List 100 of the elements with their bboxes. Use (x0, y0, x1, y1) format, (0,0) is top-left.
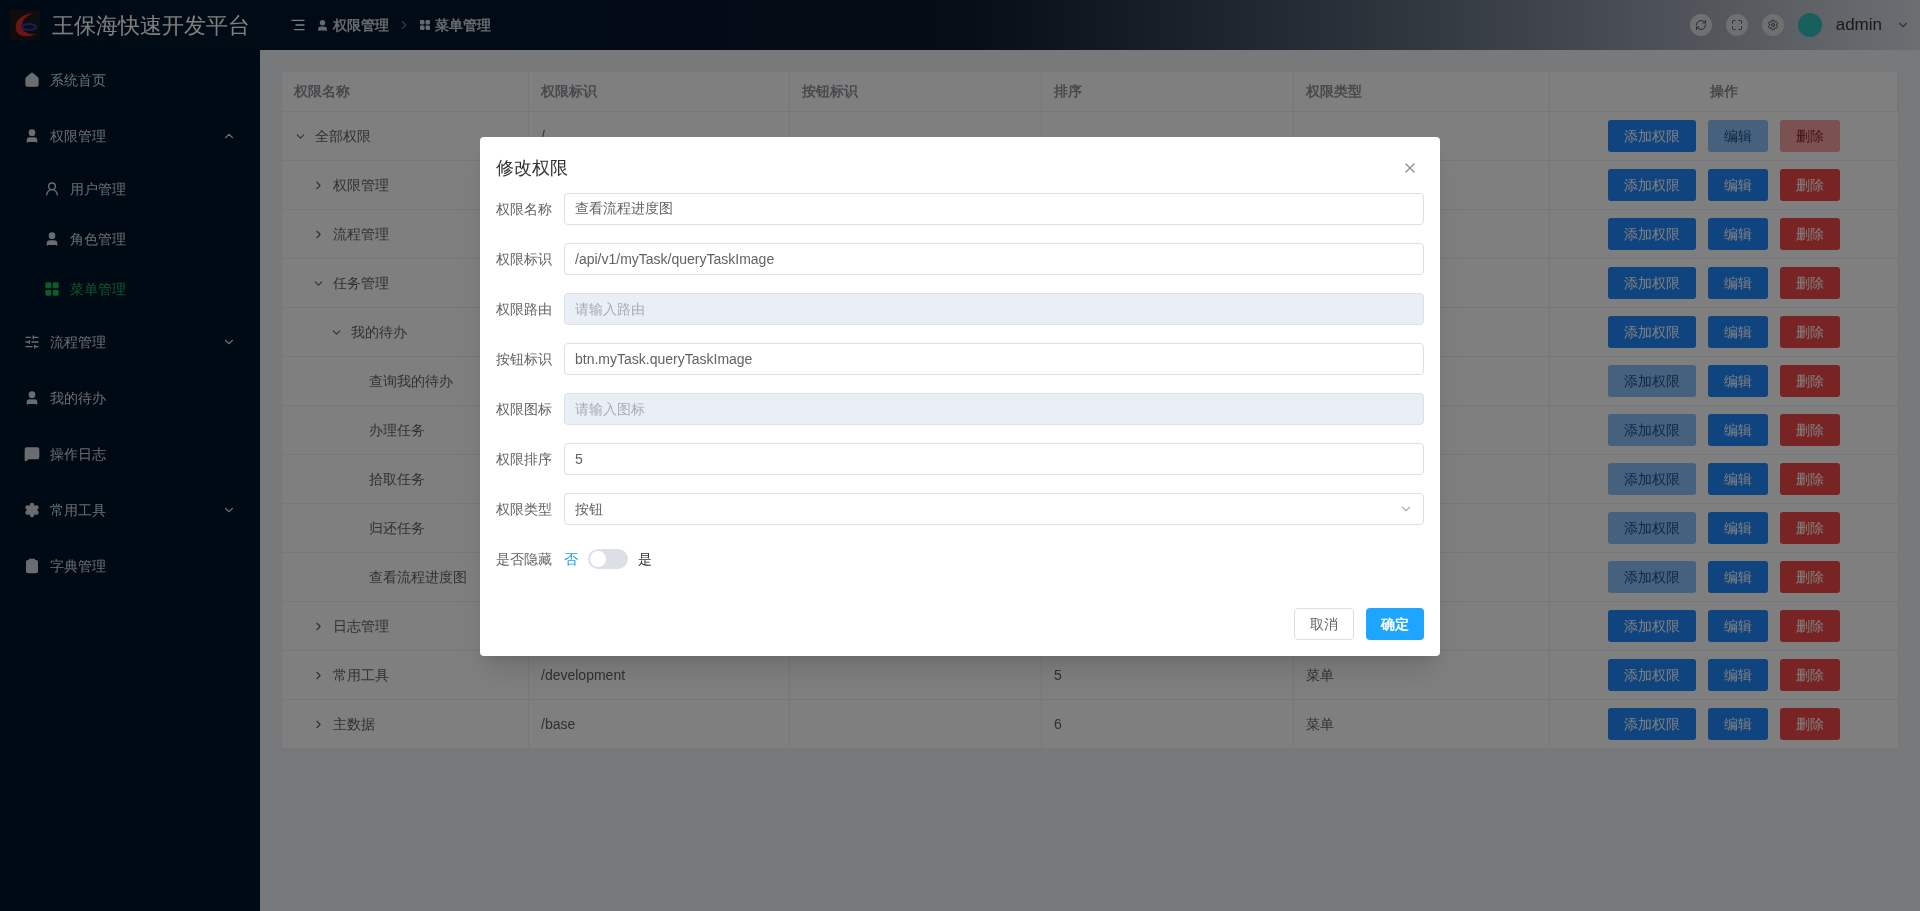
table-cell-text: 办理任务 (369, 420, 425, 440)
username[interactable]: admin (1835, 12, 1882, 38)
table-cell-text: 日志管理 (333, 616, 389, 636)
home-icon (24, 72, 40, 88)
field-label: 权限类型 (496, 499, 552, 519)
delete-button[interactable]: 删除 (1780, 414, 1840, 446)
sliders-icon (24, 334, 40, 350)
edit-button[interactable]: 编辑 (1708, 218, 1768, 250)
switch-on-label: 是 (638, 549, 652, 569)
menu-icon[interactable] (290, 17, 306, 33)
sidebar-item[interactable]: 流程管理 (0, 314, 260, 370)
edit-button[interactable]: 编辑 (1708, 610, 1768, 642)
sidebar-item[interactable]: 常用工具 (0, 482, 260, 538)
settings-button[interactable] (1761, 14, 1784, 36)
table-cell-text: 查看流程进度图 (369, 567, 467, 587)
person-icon (24, 390, 40, 406)
input-field[interactable]: /api/v1/myTask/queryTaskImage (564, 243, 1424, 275)
field-label: 按钮标识 (496, 349, 552, 369)
fullscreen-icon (1730, 19, 1743, 31)
switch-off-label: 否 (564, 549, 578, 569)
input-field[interactable]: 查看流程进度图 (564, 193, 1424, 225)
table-cell-text: 归还任务 (369, 518, 425, 538)
delete-button[interactable]: 删除 (1780, 561, 1840, 593)
table-cell-text: 全部权限 (315, 126, 371, 146)
confirm-button[interactable]: 确定 (1366, 608, 1424, 640)
edit-button[interactable]: 编辑 (1708, 267, 1768, 299)
edit-button[interactable]: 编辑 (1708, 316, 1768, 348)
select-field[interactable]: 按钮 (564, 493, 1424, 525)
delete-button[interactable]: 删除 (1780, 316, 1840, 348)
edit-button[interactable]: 编辑 (1708, 659, 1768, 691)
table-cell-text: 查询我的待办 (369, 371, 453, 391)
delete-button[interactable]: 删除 (1780, 365, 1840, 397)
table-cell-text: 6 (1054, 714, 1062, 734)
chat-icon (24, 446, 40, 462)
add-permission-button[interactable]: 添加权限 (1608, 708, 1696, 740)
table-cell-text: /development (541, 665, 626, 685)
input-field[interactable]: btn.myTask.queryTaskImage (564, 343, 1424, 375)
person-icon (24, 128, 40, 144)
table-cell-text: 菜单 (1306, 665, 1334, 685)
grid-icon (419, 19, 431, 31)
edit-button[interactable]: 编辑 (1708, 414, 1768, 446)
table-cell-text: 拾取任务 (369, 469, 425, 489)
add-permission-button[interactable]: 添加权限 (1608, 316, 1696, 348)
delete-button[interactable]: 删除 (1780, 659, 1840, 691)
delete-button[interactable]: 删除 (1780, 218, 1840, 250)
delete-button[interactable]: 删除 (1780, 708, 1840, 740)
app-title: 王保海快速开发平台 (52, 11, 250, 40)
person-icon (44, 231, 60, 247)
dialog-title: 修改权限 (496, 156, 568, 180)
refresh-button[interactable] (1689, 14, 1712, 36)
refresh-icon (1694, 19, 1707, 31)
grid-icon (44, 281, 60, 297)
cancel-button[interactable]: 取消 (1294, 608, 1354, 640)
gear-icon (24, 502, 40, 518)
table-cell-text: 常用工具 (333, 665, 389, 685)
breadcrumb-current: 菜单管理 (435, 15, 491, 35)
table-cell-text: 我的待办 (351, 322, 407, 342)
table-cell-text: 菜单 (1306, 714, 1334, 734)
sidebar-subitem[interactable]: 用户管理 (0, 164, 260, 214)
field-label: 权限排序 (496, 449, 552, 469)
sidebar-item[interactable]: 字典管理 (0, 538, 260, 594)
field-label: 权限图标 (496, 399, 552, 419)
field-label: 权限路由 (496, 299, 552, 319)
field-label: 是否隐藏 (496, 549, 552, 569)
sidebar-item[interactable]: 权限管理 (0, 108, 260, 164)
edit-button[interactable]: 编辑 (1708, 169, 1768, 201)
add-permission-button[interactable]: 添加权限 (1608, 610, 1696, 642)
add-permission-button[interactable]: 添加权限 (1608, 659, 1696, 691)
delete-button[interactable]: 删除 (1780, 610, 1840, 642)
add-permission-button[interactable]: 添加权限 (1608, 169, 1696, 201)
sidebar-subitem[interactable]: 角色管理 (0, 214, 260, 264)
delete-button[interactable]: 删除 (1780, 267, 1840, 299)
add-permission-button[interactable]: 添加权限 (1608, 218, 1696, 250)
sidebar-item[interactable]: 我的待办 (0, 370, 260, 426)
sidebar-item[interactable]: 操作日志 (0, 426, 260, 482)
table-cell-text: 任务管理 (333, 273, 389, 293)
breadcrumb-link[interactable]: 权限管理 (333, 14, 389, 36)
fullscreen-button[interactable] (1725, 14, 1748, 36)
table-cell-text: 5 (1054, 665, 1062, 685)
delete-button[interactable]: 删除 (1780, 169, 1840, 201)
edit-button[interactable]: 编辑 (1708, 561, 1768, 593)
person-outline-icon (44, 181, 60, 197)
edit-button[interactable]: 编辑 (1708, 463, 1768, 495)
add-permission-button[interactable]: 添加权限 (1608, 267, 1696, 299)
sidebar-subitem[interactable]: 菜单管理 (0, 264, 260, 314)
edit-button[interactable]: 编辑 (1708, 365, 1768, 397)
sidebar-item[interactable]: 系统首页 (0, 52, 260, 108)
input-field[interactable]: 5 (564, 443, 1424, 475)
delete-button[interactable]: 删除 (1780, 512, 1840, 544)
table-cell-text: 流程管理 (333, 224, 389, 244)
field-label: 权限名称 (496, 199, 552, 219)
add-permission-button[interactable]: 添加权限 (1608, 120, 1696, 152)
table-cell-text: /base (541, 714, 576, 734)
field-label: 权限标识 (496, 249, 552, 269)
hide-switch[interactable] (588, 549, 628, 569)
edit-button[interactable]: 编辑 (1708, 708, 1768, 740)
edit-button[interactable]: 编辑 (1708, 512, 1768, 544)
delete-button[interactable]: 删除 (1780, 463, 1840, 495)
settings-icon (1766, 19, 1779, 31)
table-cell-text: 权限管理 (333, 175, 389, 195)
